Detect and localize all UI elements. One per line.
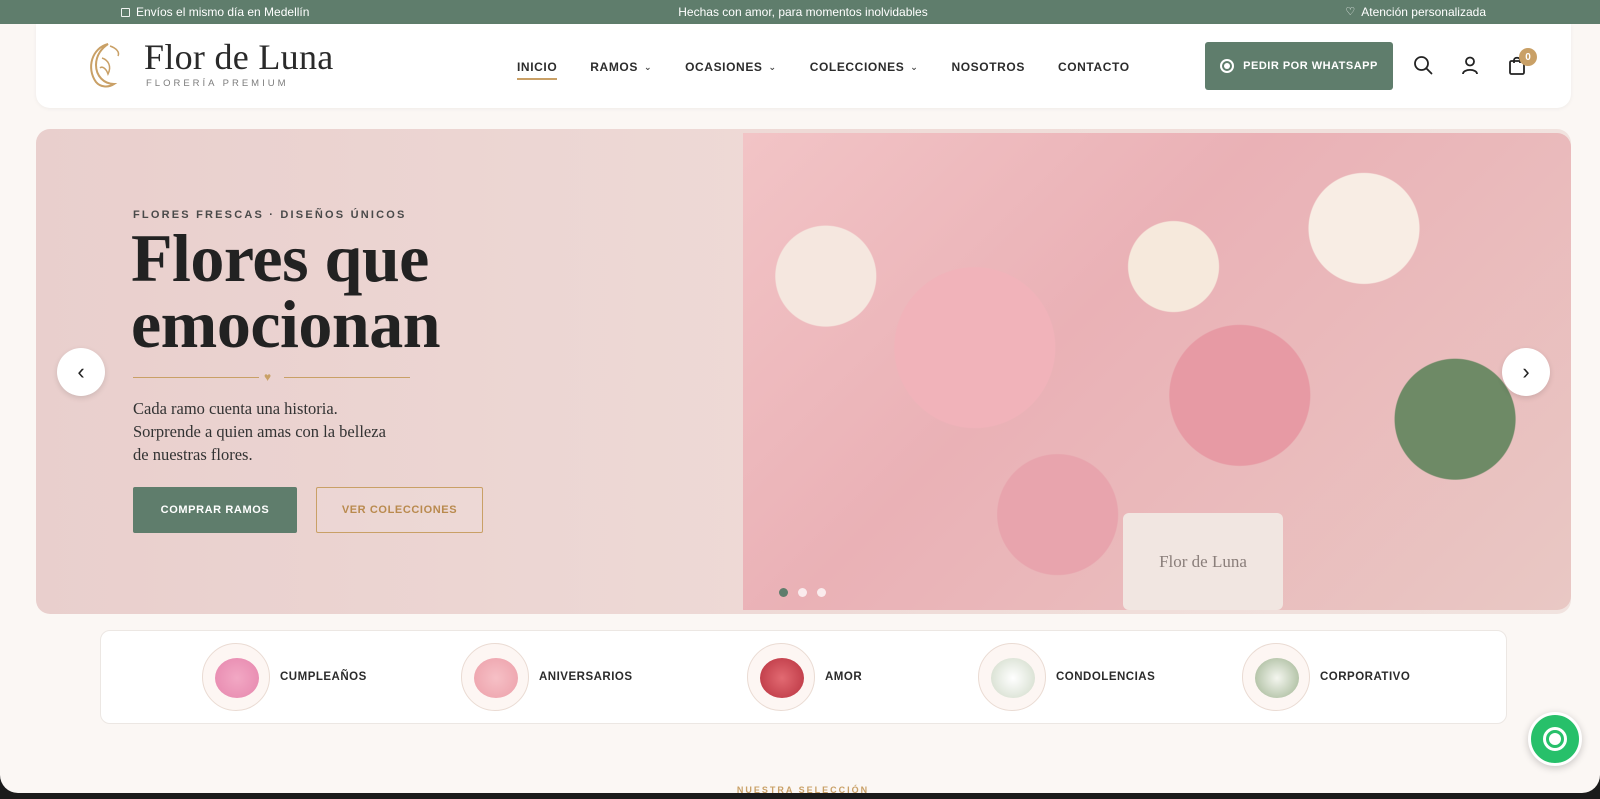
whatsapp-order-button[interactable]: PEDIR POR WHATSAPP — [1205, 42, 1393, 90]
category-thumbnail — [1242, 643, 1310, 711]
hero-title-line1: Flores que — [131, 220, 429, 296]
page: Envíos el mismo día en Medellín Hechas c… — [0, 0, 1600, 793]
nav-item-ocasiones[interactable]: OCASIONES ⌄ — [685, 60, 777, 74]
category-amor[interactable]: AMOR — [747, 643, 862, 711]
logo[interactable] — [82, 38, 122, 90]
hero-divider: ♥ — [133, 370, 410, 384]
category-label: AMOR — [825, 671, 863, 683]
whatsapp-icon — [1220, 59, 1235, 73]
category-label: CORPORATIVO — [1320, 671, 1411, 683]
cart-count-badge: 0 — [1519, 48, 1537, 66]
slider-dot-1[interactable] — [779, 588, 788, 597]
hero-title: Flores que emocionan — [131, 224, 441, 358]
category-thumbnail — [461, 643, 529, 711]
category-cumpleanos[interactable]: CUMPLEAÑOS — [202, 643, 367, 711]
hero-bouquet-image: Flor de Luna — [743, 133, 1571, 610]
slider-dot-2[interactable] — [798, 588, 807, 597]
whatsapp-chat-button[interactable] — [1528, 712, 1582, 766]
slider-dots — [779, 588, 826, 597]
category-label: ANIVERSARIOS — [539, 671, 633, 683]
search-icon[interactable] — [1412, 54, 1434, 76]
chevron-left-icon: ‹ — [77, 359, 85, 384]
category-label: CUMPLEAÑOS — [280, 671, 367, 683]
hero-title-line2: emocionan — [131, 286, 441, 362]
category-thumbnail — [202, 643, 270, 711]
heart-divider-icon: ♥ — [264, 370, 272, 384]
gift-card-brand: Flor de Luna — [1159, 551, 1247, 571]
section-eyebrow: NUESTRA SELECCIÓN — [736, 785, 870, 793]
site-header: Flor de Luna FLORERÍA PREMIUM INICIO RAM… — [36, 24, 1571, 108]
category-corporativo[interactable]: CORPORATIVO — [1242, 643, 1410, 711]
bouquet-gift-card: Flor de Luna — [1123, 513, 1283, 610]
main-nav: INICIO RAMOS ⌄ OCASIONES ⌄ COLECCIONES ⌄… — [517, 60, 1163, 80]
top-announcement-bar: Envíos el mismo día en Medellín Hechas c… — [0, 0, 1600, 24]
chevron-right-icon: › — [1522, 359, 1530, 384]
hero-subtitle: Cada ramo cuenta una historia. Sorprende… — [133, 397, 423, 466]
nav-label: RAMOS — [590, 60, 638, 74]
chevron-down-icon: ⌄ — [910, 61, 919, 72]
shop-bouquets-button[interactable]: COMPRAR RAMOS — [133, 487, 297, 533]
category-condolencias[interactable]: CONDOLENCIAS — [978, 643, 1155, 711]
whatsapp-icon — [1543, 727, 1567, 751]
topbar-right: ♡ Atención personalizada — [1345, 5, 1486, 19]
whatsapp-button-label: PEDIR POR WHATSAPP — [1243, 60, 1378, 72]
nav-item-nosotros[interactable]: NOSOTROS — [951, 60, 1024, 74]
moon-logo-icon — [90, 43, 120, 88]
category-thumbnail — [747, 643, 815, 711]
hero-subtitle-line: Cada ramo cuenta una historia. — [133, 399, 338, 418]
brand-name: Flor de Luna — [144, 37, 334, 77]
nav-label: COLECCIONES — [809, 60, 905, 74]
category-thumbnail — [978, 643, 1046, 711]
nav-label: CONTACTO — [1057, 60, 1130, 74]
slider-dot-3[interactable] — [817, 588, 826, 597]
nav-item-colecciones[interactable]: COLECCIONES ⌄ — [810, 60, 919, 74]
nav-item-inicio[interactable]: INICIO — [517, 60, 558, 80]
nav-item-contacto[interactable]: CONTACTO — [1058, 60, 1130, 74]
heart-icon: ♡ — [1345, 5, 1356, 18]
occasion-categories: CUMPLEAÑOS ANIVERSARIOS AMOR CONDOLENCIA… — [100, 630, 1507, 724]
category-aniversarios[interactable]: ANIVERSARIOS — [461, 643, 633, 711]
slider-next-button[interactable]: › — [1502, 348, 1550, 396]
hero-subtitle-line: Sorprende a quien amas con la belleza — [133, 422, 386, 441]
chevron-down-icon: ⌄ — [643, 61, 653, 72]
brand-tagline: FLORERÍA PREMIUM — [146, 78, 289, 89]
category-label: CONDOLENCIAS — [1056, 671, 1156, 683]
nav-label: INICIO — [517, 60, 558, 74]
nav-label: NOSOTROS — [951, 60, 1025, 74]
hero-subtitle-line: de nuestras flores. — [133, 445, 253, 464]
nav-item-ramos[interactable]: RAMOS ⌄ — [590, 60, 652, 74]
brand[interactable]: Flor de Luna FLORERÍA PREMIUM — [144, 36, 334, 89]
slider-prev-button[interactable]: ‹ — [57, 348, 105, 396]
chevron-down-icon: ⌄ — [768, 61, 777, 72]
topbar-support-text: Atención personalizada — [1361, 5, 1486, 19]
user-icon[interactable] — [1459, 54, 1481, 76]
hero-slider: Flor de Luna FLORES FRESCAS · DISEÑOS ÚN… — [36, 129, 1571, 614]
nav-label: OCASIONES — [685, 60, 763, 74]
view-collections-button[interactable]: VER COLECCIONES — [316, 487, 483, 533]
